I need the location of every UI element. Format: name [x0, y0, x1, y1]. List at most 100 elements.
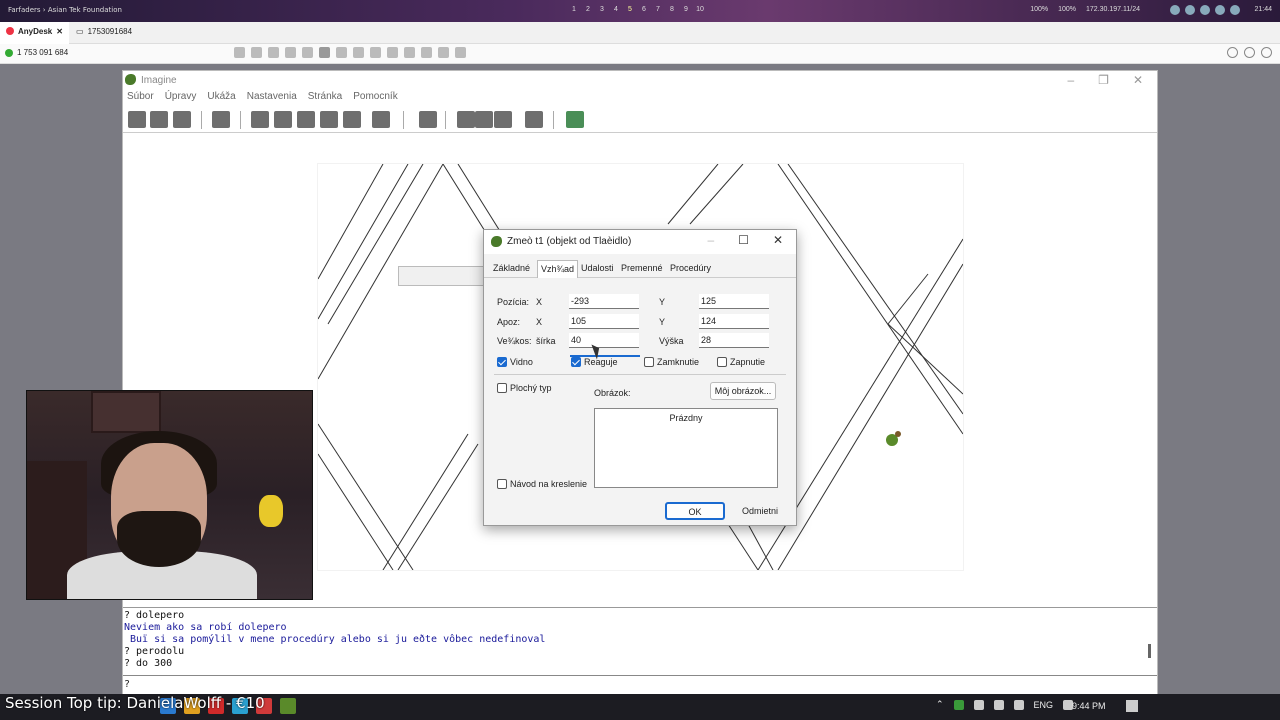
menu-subor[interactable]: Súbor [127, 89, 159, 107]
minimize-icon[interactable]: – [1067, 73, 1074, 87]
chevron-up-icon[interactable]: ⌃ [936, 699, 944, 710]
pozicia-x-field[interactable]: -293 [569, 294, 639, 309]
gear-icon[interactable] [419, 111, 437, 128]
history-icon[interactable] [1244, 47, 1255, 58]
workspace-6[interactable]: 6 [640, 6, 648, 13]
menu-upravy[interactable]: Úpravy [165, 89, 202, 107]
apoz-y-field[interactable]: 124 [699, 314, 769, 329]
close-icon[interactable]: ✕ [56, 27, 63, 44]
zamknutie-checkbox[interactable]: Zamknutie [644, 357, 699, 367]
record-icon[interactable] [268, 47, 279, 58]
turtle-icon[interactable] [886, 431, 901, 446]
checkbox-box[interactable] [644, 357, 654, 367]
reaguje-checkbox[interactable]: Reaguje [571, 357, 618, 367]
tab-procedury[interactable]: Procedúry [670, 263, 711, 273]
tab-udalosti[interactable]: Udalosti [581, 263, 614, 273]
command-input[interactable]: ? [123, 675, 1157, 693]
ok-button[interactable]: OK [665, 502, 725, 520]
vyska-field[interactable]: 28 [699, 333, 769, 348]
action-icon[interactable] [353, 47, 364, 58]
workspace-7[interactable]: 7 [654, 6, 662, 13]
save-icon[interactable] [150, 111, 168, 128]
workspace-2[interactable]: 2 [584, 6, 592, 13]
tray-icon[interactable] [1230, 5, 1240, 15]
net-tool-icon[interactable] [372, 111, 390, 128]
tray-icon[interactable] [1185, 5, 1195, 15]
slider-tool-icon[interactable] [343, 111, 361, 128]
checkbox-box[interactable] [571, 357, 581, 367]
tray-app-icon[interactable] [953, 699, 964, 710]
maximize-icon[interactable]: ❐ [1098, 73, 1109, 87]
workspace-1[interactable]: 1 [570, 6, 578, 13]
stop-icon[interactable] [475, 111, 493, 128]
zapnutie-checkbox[interactable]: Zapnutie [717, 357, 765, 367]
menu-ukaza[interactable]: Ukáža [207, 89, 240, 107]
chat-icon[interactable] [234, 47, 245, 58]
flash-icon[interactable] [370, 47, 381, 58]
star-icon[interactable] [302, 47, 313, 58]
workspace-3[interactable]: 3 [598, 6, 606, 13]
language-indicator[interactable]: ENG [1034, 700, 1054, 710]
workspace-5[interactable]: 5 [626, 6, 634, 13]
checkbox-box[interactable] [717, 357, 727, 367]
close-icon[interactable]: ✕ [773, 233, 783, 247]
pen-icon[interactable] [438, 47, 449, 58]
workspace-8[interactable]: 8 [668, 6, 676, 13]
layout-icon[interactable] [525, 111, 543, 128]
maximize-icon[interactable]: ☐ [738, 233, 749, 247]
workspace-10[interactable]: 10 [696, 6, 704, 13]
tray-icon[interactable] [1200, 5, 1210, 15]
workspace-9[interactable]: 9 [682, 6, 690, 13]
workspace-switcher[interactable]: 1 2 3 4 5 6 7 8 9 10 [570, 6, 704, 13]
menu-icon[interactable] [404, 47, 415, 58]
checkbox-box[interactable] [497, 383, 507, 393]
tray-icon[interactable] [1170, 5, 1180, 15]
cancel-button[interactable]: Odmietni [732, 502, 788, 520]
button-object-t1[interactable] [398, 266, 488, 286]
anydesk-session-tab[interactable]: ▭ 1753091684 [76, 27, 132, 36]
pozicia-y-field[interactable]: 125 [699, 294, 769, 309]
navod-checkbox[interactable]: Návod na kreslenie [497, 479, 587, 489]
menu-nastavenia[interactable]: Nastavenia [247, 89, 302, 107]
menu-stranka[interactable]: Stránka [308, 89, 347, 107]
vidno-checkbox[interactable]: Vidno [497, 357, 533, 367]
page-icon[interactable] [566, 111, 584, 128]
tab-premenne[interactable]: Premenné [621, 263, 663, 273]
apoz-x-field[interactable]: 105 [569, 314, 639, 329]
switch-icon[interactable] [285, 47, 296, 58]
turtle-tool-icon[interactable] [251, 111, 269, 128]
checkbox-box[interactable] [497, 479, 507, 489]
notification-icon[interactable] [1126, 700, 1138, 712]
button-tool-icon[interactable] [274, 111, 292, 128]
step-icon[interactable] [494, 111, 512, 128]
tab-vzhlad[interactable]: Vzh¾ad [537, 260, 579, 278]
monitor-select-icon[interactable] [319, 47, 330, 58]
speaker-icon[interactable] [1013, 699, 1024, 710]
plochy-typ-checkbox[interactable]: Plochý typ [497, 383, 552, 393]
moj-obrazok-button[interactable]: Môj obrázok... [710, 382, 776, 400]
console-scrollbar[interactable] [1148, 644, 1151, 658]
tray-icon[interactable] [1215, 5, 1225, 15]
screenshot-icon[interactable] [455, 47, 466, 58]
text-tool-icon[interactable] [320, 111, 338, 128]
anydesk-home-tab[interactable]: AnyDesk ✕ [0, 22, 69, 44]
download-icon[interactable] [1227, 47, 1238, 58]
display-icon[interactable] [993, 699, 1004, 710]
minimize-icon[interactable]: – [707, 233, 714, 247]
workspace-4[interactable]: 4 [612, 6, 620, 13]
menu-icon[interactable] [1261, 47, 1272, 58]
print-icon[interactable] [173, 111, 191, 128]
close-icon[interactable]: ✕ [1133, 73, 1143, 87]
imagine-icon[interactable] [280, 698, 296, 714]
taskbar-clock[interactable]: 9:44 PM [1072, 701, 1106, 711]
pane-tool-icon[interactable] [297, 111, 315, 128]
transfer-icon[interactable] [251, 47, 262, 58]
pause-icon[interactable] [457, 111, 475, 128]
keyboard-icon[interactable] [421, 47, 432, 58]
checkbox-box[interactable] [497, 357, 507, 367]
sirka-field[interactable]: 40 [569, 333, 639, 348]
network-icon[interactable] [973, 699, 984, 710]
open-icon[interactable] [128, 111, 146, 128]
display-icon[interactable] [336, 47, 347, 58]
tab-zakladne[interactable]: Základné [493, 263, 530, 273]
